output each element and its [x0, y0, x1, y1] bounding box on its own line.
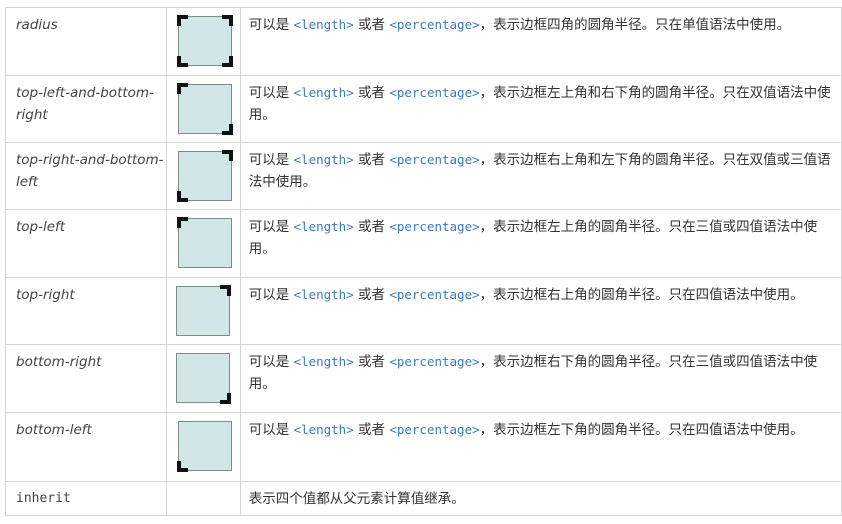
value-description: 可以是 <length> 或者 <percentage>，表示边框右下角的圆角半… [239, 344, 842, 413]
percentage-link[interactable]: <percentage> [389, 17, 479, 32]
desc-text: ，表示边框四角的圆角半径。只在单值语法中使用。 [479, 17, 791, 33]
table-row: bottom-right 可以是 <length> 或者 <percentage… [5, 344, 842, 413]
value-description: 可以是 <length> 或者 <percentage>，表示边框右上角和左下角… [239, 142, 842, 210]
table-row: top-right-and-bottom-left 可以是 <length> 或… [5, 142, 842, 210]
rounded-box-top-right-icon [175, 285, 231, 336]
value-name: top-left-and-bottom-right [5, 75, 167, 143]
value-name: top-left [5, 209, 167, 278]
table-row: top-left-and-bottom-right 可以是 <length> 或… [5, 75, 842, 143]
table-row: top-left 可以是 <length> 或者 <percentage>，表示… [5, 209, 842, 278]
rounded-box-tr-bl-icon [176, 150, 233, 202]
corner-mark-bottom-left [176, 56, 188, 67]
percentage-link[interactable]: <percentage> [389, 354, 479, 369]
table-row: inherit 表示四个值都从父元素计算值继承。 [5, 481, 842, 516]
value-name: top-right-and-bottom-left [5, 142, 167, 210]
corner-illustration-cell [165, 481, 241, 516]
corner-mark-top-right [221, 150, 233, 161]
corner-illustration-cell [165, 209, 241, 278]
corner-illustration-cell [165, 344, 241, 413]
corner-illustration-cell [165, 75, 241, 143]
value-description: 可以是 <length> 或者 <percentage>，表示边框左上角的圆角半… [239, 209, 842, 278]
length-link[interactable]: <length> [294, 17, 354, 32]
desc-text: 可以是 [248, 287, 294, 303]
corner-mark-top-left [176, 15, 188, 26]
value-description: 可以是 <length> 或者 <percentage>，表示边框右上角的圆角半… [239, 277, 842, 345]
desc-text: 可以是 [248, 152, 294, 168]
desc-text: ，表示边框左下角的圆角半径。只在四值语法中使用。 [479, 422, 804, 438]
corner-mark-top-left [176, 217, 188, 228]
percentage-link[interactable]: <percentage> [389, 219, 479, 234]
value-name: radius [5, 7, 167, 76]
desc-text: 或者 [353, 85, 390, 101]
border-radius-values-table: radius 可以是 <length> 或者 <percentage>，表示边框… [5, 7, 842, 516]
desc-text: 或者 [353, 17, 390, 33]
percentage-link[interactable]: <percentage> [389, 85, 479, 100]
table-row: top-right 可以是 <length> 或者 <percentage>，表… [5, 277, 842, 345]
rounded-box-bottom-right-icon [175, 353, 231, 404]
value-name: top-right [5, 277, 167, 345]
rounded-box-all-corners-icon [176, 15, 233, 67]
desc-text: 或者 [353, 422, 390, 438]
desc-text: 或者 [353, 219, 390, 235]
value-name: bottom-right [5, 344, 167, 413]
rounded-box-bottom-left-icon [176, 421, 232, 472]
corner-mark-bottom-right [221, 56, 233, 67]
rounded-box-top-left-icon [176, 217, 232, 268]
desc-text: 可以是 [248, 354, 294, 370]
value-name: bottom-left [5, 412, 167, 482]
value-description: 可以是 <length> 或者 <percentage>，表示边框左下角的圆角半… [239, 412, 842, 482]
corner-illustration-cell [165, 412, 241, 482]
desc-text: 可以是 [248, 422, 294, 438]
corner-illustration-cell [165, 277, 241, 345]
corner-mark-top-left [176, 83, 188, 94]
corner-mark-bottom-right [221, 124, 233, 135]
desc-text: 或者 [353, 287, 390, 303]
length-link[interactable]: <length> [294, 354, 354, 369]
length-link[interactable]: <length> [294, 219, 354, 234]
percentage-link[interactable]: <percentage> [389, 287, 479, 302]
length-link[interactable]: <length> [294, 152, 354, 167]
value-name: inherit [5, 481, 167, 516]
value-description: 可以是 <length> 或者 <percentage>，表示边框四角的圆角半径… [239, 7, 842, 76]
length-link[interactable]: <length> [294, 85, 354, 100]
desc-text: 可以是 [248, 17, 294, 33]
table-row: radius 可以是 <length> 或者 <percentage>，表示边框… [5, 7, 842, 76]
corner-mark-bottom-right [219, 393, 231, 404]
length-link[interactable]: <length> [294, 287, 354, 302]
desc-text: 可以是 [248, 85, 294, 101]
desc-text: 或者 [353, 152, 390, 168]
corner-mark-bottom-left [176, 191, 188, 202]
value-description: 可以是 <length> 或者 <percentage>，表示边框左上角和右下角… [239, 75, 842, 143]
corner-illustration-cell [165, 142, 241, 210]
corner-illustration-cell [165, 7, 241, 76]
corner-mark-top-right [221, 15, 233, 26]
desc-text: 或者 [353, 354, 390, 370]
percentage-link[interactable]: <percentage> [389, 152, 479, 167]
desc-text: ，表示边框右上角的圆角半径。只在四值语法中使用。 [479, 287, 804, 303]
table-row: bottom-left 可以是 <length> 或者 <percentage>… [5, 412, 842, 482]
corner-mark-top-right [219, 285, 231, 296]
rounded-box-tl-br-icon [176, 83, 233, 135]
value-description: 表示四个值都从父元素计算值继承。 [239, 481, 842, 516]
length-link[interactable]: <length> [294, 422, 354, 437]
corner-mark-bottom-left [176, 461, 188, 472]
desc-text: 可以是 [248, 219, 294, 235]
percentage-link[interactable]: <percentage> [389, 422, 479, 437]
